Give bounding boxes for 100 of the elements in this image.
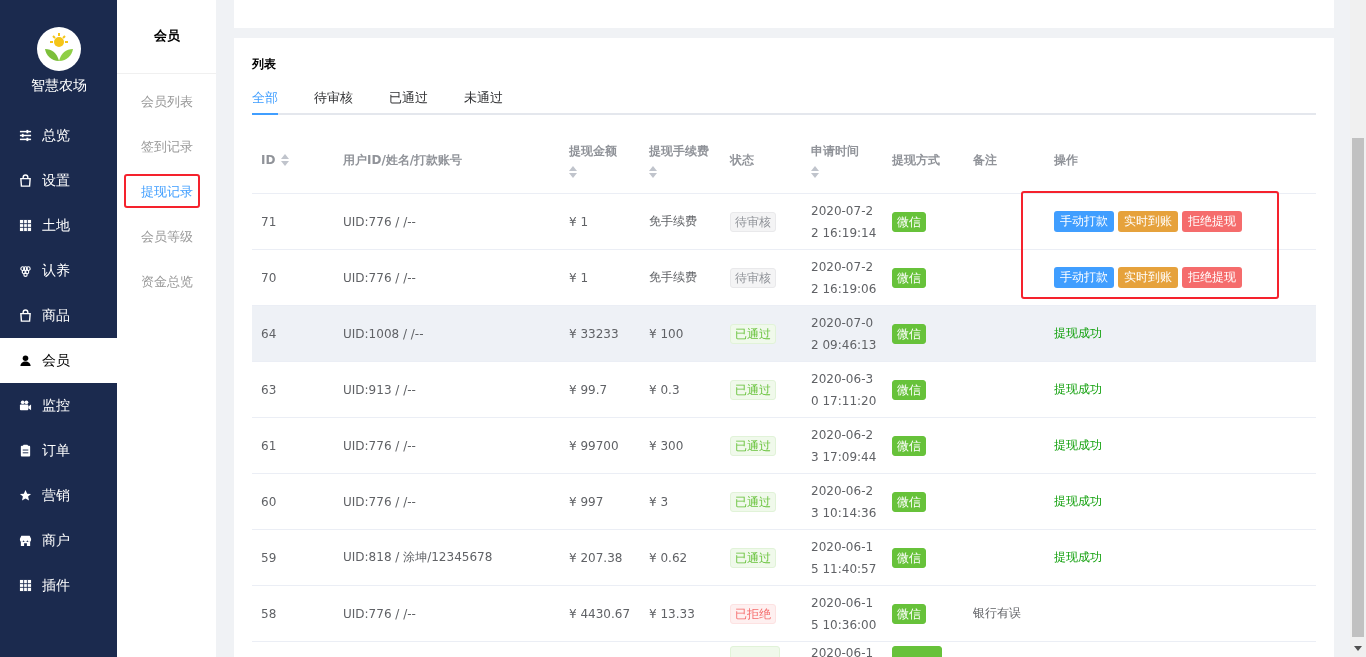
table-row[interactable]: 58 UID:776 / /-- ¥ 4430.67 ¥ 13.33 已拒绝 2020-06-1 5 10:36:00 微信 银行有误	[252, 586, 1316, 642]
status-tag: 已拒绝	[730, 603, 776, 624]
nav-item[interactable]: 商户	[0, 518, 117, 563]
status-tag: 待审核	[730, 267, 776, 288]
nav-item[interactable]: 设置	[0, 158, 117, 203]
table-cell: UID:776 / /--	[343, 270, 416, 285]
brand-name: 智慧农场	[30, 77, 87, 95]
status-tag: 已通过	[730, 491, 776, 512]
table-cell: 2020-07-0 2 09:46:13	[811, 315, 877, 352]
table-cell: ¥ 1	[569, 270, 589, 285]
bag-icon	[19, 174, 32, 187]
table-row[interactable]: 61 UID:776 / /-- ¥ 99700 ¥ 300 已通过 2020-06-2 3 17:09:44 微信 提现成功	[252, 418, 1316, 474]
grid-icon	[19, 219, 32, 232]
column-header: 提现金额	[569, 142, 617, 160]
table-cell: 免手续费	[649, 270, 697, 284]
result-text: 提现成功	[1054, 325, 1102, 342]
status-tag: 已通过	[730, 547, 776, 568]
sort-icon[interactable]	[281, 154, 290, 166]
table-row[interactable]: 60 UID:776 / /-- ¥ 997 ¥ 3 已通过 2020-06-2 3 10:14:36 微信 提现成功	[252, 474, 1316, 530]
table-cell: ¥ 4430.67	[569, 606, 631, 621]
column-header: 申请时间	[811, 142, 859, 160]
payment-tag: 微信	[892, 603, 926, 624]
table-cell: UID:776 / /--	[343, 214, 416, 229]
table-row[interactable]: 63 UID:913 / /-- ¥ 99.7 ¥ 0.3 已通过 2020-06-3 0 17:11:20 微信 提现成功	[252, 362, 1316, 418]
table-cell: 2020-06-1 5 11:40:57	[811, 539, 877, 576]
nav-item[interactable]: 会员	[0, 338, 117, 383]
table-cell: 60	[261, 494, 277, 509]
table-cell: UID:1008 / /--	[343, 326, 424, 341]
table-cell: ¥ 33233	[569, 326, 619, 341]
nav-item[interactable]: 插件	[0, 563, 117, 608]
table-cell: ¥ 0.3	[649, 382, 680, 397]
scrollbar-thumb[interactable]	[1352, 138, 1364, 637]
table-cell: UID:776 / /--	[343, 438, 416, 453]
table-cell: 61	[261, 438, 277, 453]
payment-tag: 微信	[892, 211, 926, 232]
sort-icon[interactable]	[569, 165, 577, 178]
table-cell: 2020-06-1 5 10:36:00	[811, 595, 877, 632]
nav-item[interactable]: 订单	[0, 428, 117, 473]
table-cell: ¥ 99700	[569, 438, 619, 453]
table-cell: 59	[261, 550, 277, 565]
section-title: 列表	[252, 56, 277, 73]
payment-tag: 微信	[892, 379, 926, 400]
payment-tag: 微信	[892, 547, 926, 568]
farm-logo-icon	[36, 27, 81, 71]
down-arrow-icon[interactable]	[1354, 646, 1362, 651]
table-cell: 2020-06-2 3 17:09:44	[811, 427, 877, 464]
table-cell: 2020-06-3 0 17:11:20	[811, 371, 877, 408]
submenu-title: 会员	[117, 0, 216, 74]
result-text: 提现成功	[1054, 437, 1102, 454]
filter-tab[interactable]: 待审核	[314, 89, 353, 115]
table-cell: 2020-06-2 3 10:14:36	[811, 483, 877, 520]
nav-item[interactable]: 监控	[0, 383, 117, 428]
column-header: ID	[261, 153, 276, 167]
payment-tag: 微信	[892, 491, 926, 512]
filter-tab[interactable]: 已通过	[389, 89, 428, 115]
sort-icon[interactable]	[649, 165, 657, 178]
scrollbar[interactable]	[1350, 0, 1366, 657]
nav-item[interactable]: 认养	[0, 248, 117, 293]
grape-icon	[19, 264, 32, 277]
status-tag: 已通过	[730, 379, 776, 400]
table-cell: 2020-07-2 2 16:19:06	[811, 259, 877, 296]
result-text: 提现成功	[1054, 549, 1102, 566]
table-cell: ¥ 997	[569, 494, 604, 509]
table-cell: ¥ 3	[649, 494, 669, 509]
table-cell: ¥ 0.62	[649, 550, 688, 565]
table-cell: UID:776 / /--	[343, 494, 416, 509]
star-icon	[19, 489, 32, 502]
column-header: 用户ID/姓名/打款账号	[343, 151, 463, 169]
table-cell: 2020-06-1	[811, 647, 874, 657]
column-header: 提现方式	[892, 151, 940, 169]
table-row[interactable]: 64 UID:1008 / /-- ¥ 33233 ¥ 100 已通过 2020-07-0 2 09:46:13 微信 提现成功	[252, 306, 1316, 362]
table-cell: ¥ 1	[569, 214, 589, 229]
nav-item[interactable]: 总览	[0, 113, 117, 158]
table-cell: 银行有误	[973, 606, 1021, 620]
user-icon	[19, 354, 32, 367]
table-cell: ¥ 100	[649, 326, 684, 341]
table-cell: ¥ 13.33	[649, 606, 695, 621]
table-row[interactable]: 59 UID:818 / 涂坤/12345678 ¥ 207.38 ¥ 0.62 已通过 2020-06-1 5 11:40:57 微信 提现成功	[252, 530, 1316, 586]
payment-tag: 微信	[892, 435, 926, 456]
payment-tag: 微信	[892, 267, 926, 288]
table-cell: UID:913 / /--	[343, 382, 416, 397]
table-cell: 63	[261, 382, 277, 397]
column-header: 操作	[1054, 151, 1078, 169]
nav-item[interactable]: 营销	[0, 473, 117, 518]
table-cell: 2020-07-2 2 16:19:14	[811, 203, 877, 240]
nav-item[interactable]: 商品	[0, 293, 117, 338]
camera-icon	[19, 399, 32, 412]
status-tag: 已通过	[730, 435, 776, 456]
filter-tab[interactable]: 未通过	[464, 89, 503, 115]
bag-icon	[19, 309, 32, 322]
table-cell: 58	[261, 606, 277, 621]
payment-tag: 微信	[892, 323, 926, 344]
table-cell: UID:776 / /--	[343, 606, 416, 621]
table-cell: ¥ 99.7	[569, 382, 608, 397]
result-text: 提现成功	[1054, 381, 1102, 398]
column-header: 提现手续费	[649, 142, 709, 160]
sort-icon[interactable]	[811, 165, 819, 178]
nav-item[interactable]: 土地	[0, 203, 117, 248]
table-cell: 71	[261, 214, 277, 229]
grid-icon	[19, 579, 32, 592]
